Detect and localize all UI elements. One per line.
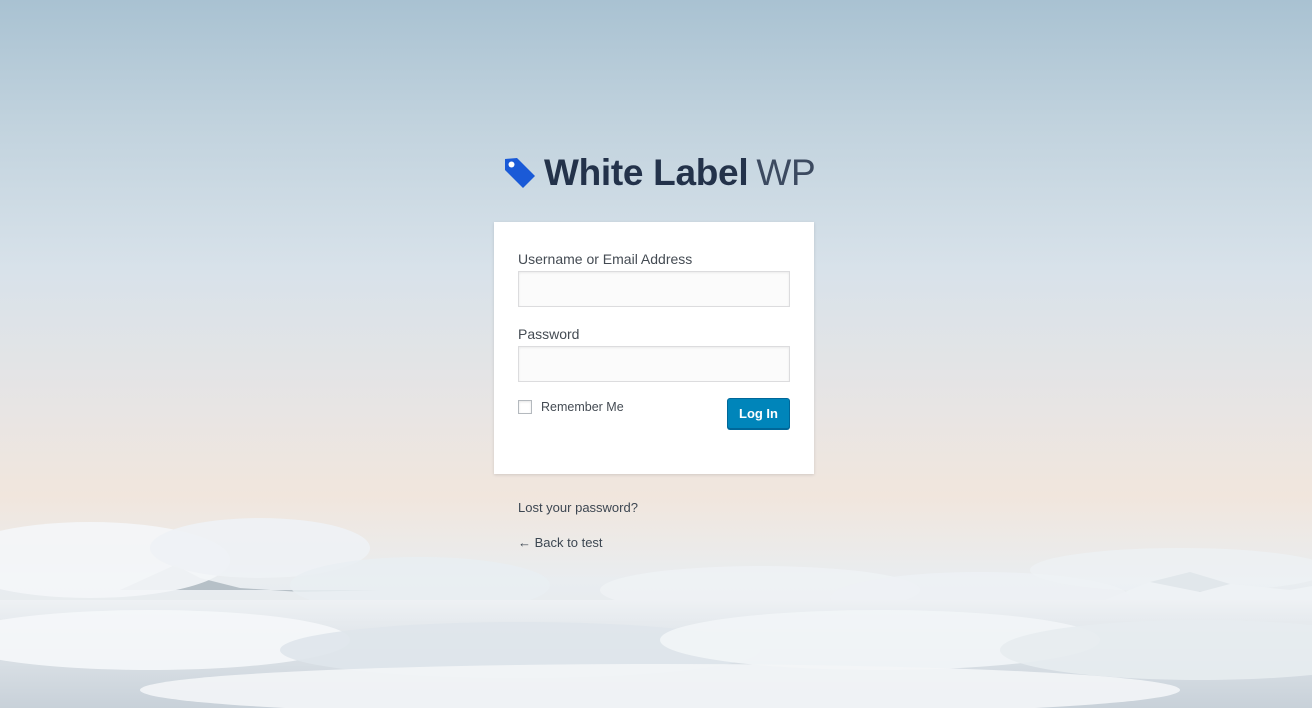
remember-me[interactable]: Remember Me — [518, 400, 624, 414]
logo-wordmark: White Label WP — [544, 152, 816, 194]
remember-me-label: Remember Me — [541, 400, 624, 414]
back-to-site-link[interactable]: ← Back to test — [518, 535, 603, 550]
site-logo[interactable]: White Label WP — [502, 150, 822, 196]
login-form: Username or Email Address Password Remem… — [494, 222, 814, 474]
logo-name-bold: White Label — [544, 152, 749, 193]
login-button[interactable]: Log In — [727, 398, 790, 429]
password-label: Password — [518, 326, 580, 342]
username-input[interactable] — [518, 271, 790, 307]
username-label: Username or Email Address — [518, 251, 693, 267]
tag-icon — [505, 158, 535, 188]
password-input[interactable] — [518, 346, 790, 382]
lost-password-link[interactable]: Lost your password? — [518, 500, 638, 515]
logo-name-light: WP — [756, 152, 816, 193]
remember-me-checkbox[interactable] — [518, 400, 532, 414]
